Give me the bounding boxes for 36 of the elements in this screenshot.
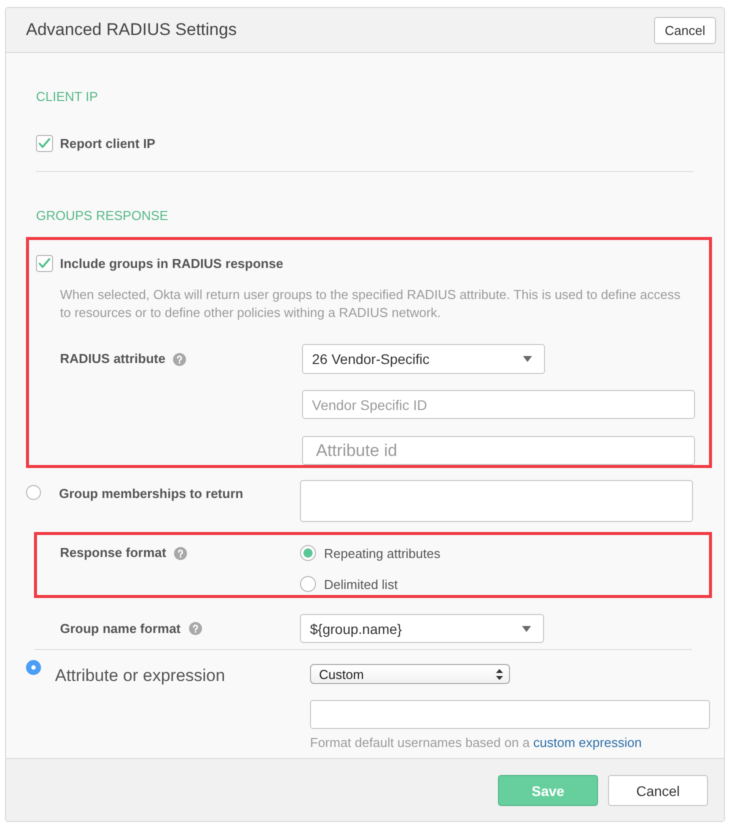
section-heading: CLIENT IP bbox=[36, 89, 99, 105]
radio-button[interactable] bbox=[26, 485, 41, 500]
text-field[interactable] bbox=[310, 700, 710, 729]
dialog-title: Advanced RADIUS Settings bbox=[26, 20, 237, 40]
checkbox-label: Include groups in RADIUS response bbox=[60, 256, 284, 272]
checkbox[interactable] bbox=[36, 255, 53, 272]
text-field[interactable]: Vendor Specific ID bbox=[302, 390, 695, 419]
help-icon bbox=[188, 622, 202, 635]
checkbox[interactable] bbox=[36, 135, 53, 152]
text-field[interactable] bbox=[300, 480, 693, 522]
cancel-button[interactable]: Cancel bbox=[608, 775, 708, 806]
radio-button[interactable] bbox=[300, 576, 316, 592]
help-icon bbox=[174, 546, 188, 560]
option-label: Delimited list bbox=[324, 576, 398, 592]
caret-icon bbox=[523, 356, 532, 362]
up-down-arrows-icon bbox=[496, 668, 503, 680]
caret-icon bbox=[522, 626, 531, 632]
field-label: Response format bbox=[60, 545, 166, 561]
dropdown[interactable]: 26 Vendor-Specific bbox=[302, 344, 545, 374]
field-label: Group memberships to return bbox=[59, 486, 244, 502]
field-label: Attribute or expression bbox=[55, 666, 226, 686]
cancel-button[interactable]: Cancel bbox=[654, 17, 716, 44]
text-field[interactable]: Attribute id bbox=[302, 436, 695, 465]
description-text: When selected, Okta will return user groups to the specified RADIUS attribute. This is used to define access to resources or to define other policies withing a RADIUS network. bbox=[60, 286, 682, 322]
dropdown[interactable]: ${group.name} bbox=[300, 614, 544, 643]
option-label: Repeating attributes bbox=[324, 546, 440, 560]
section-heading: GROUPS RESPONSE bbox=[36, 208, 170, 224]
hint-text: Format default usernames based on a custom expression bbox=[310, 736, 643, 750]
dropdown[interactable]: Custom bbox=[310, 664, 510, 684]
field-label: Group name format bbox=[60, 620, 181, 636]
radio-button[interactable] bbox=[300, 545, 316, 561]
help-icon bbox=[173, 352, 186, 366]
checkbox-label: Report client IP bbox=[60, 136, 156, 152]
radio-button[interactable] bbox=[26, 660, 41, 675]
field-label: RADIUS attribute bbox=[60, 351, 166, 367]
custom-expression-link[interactable]: custom expression bbox=[533, 735, 642, 750]
